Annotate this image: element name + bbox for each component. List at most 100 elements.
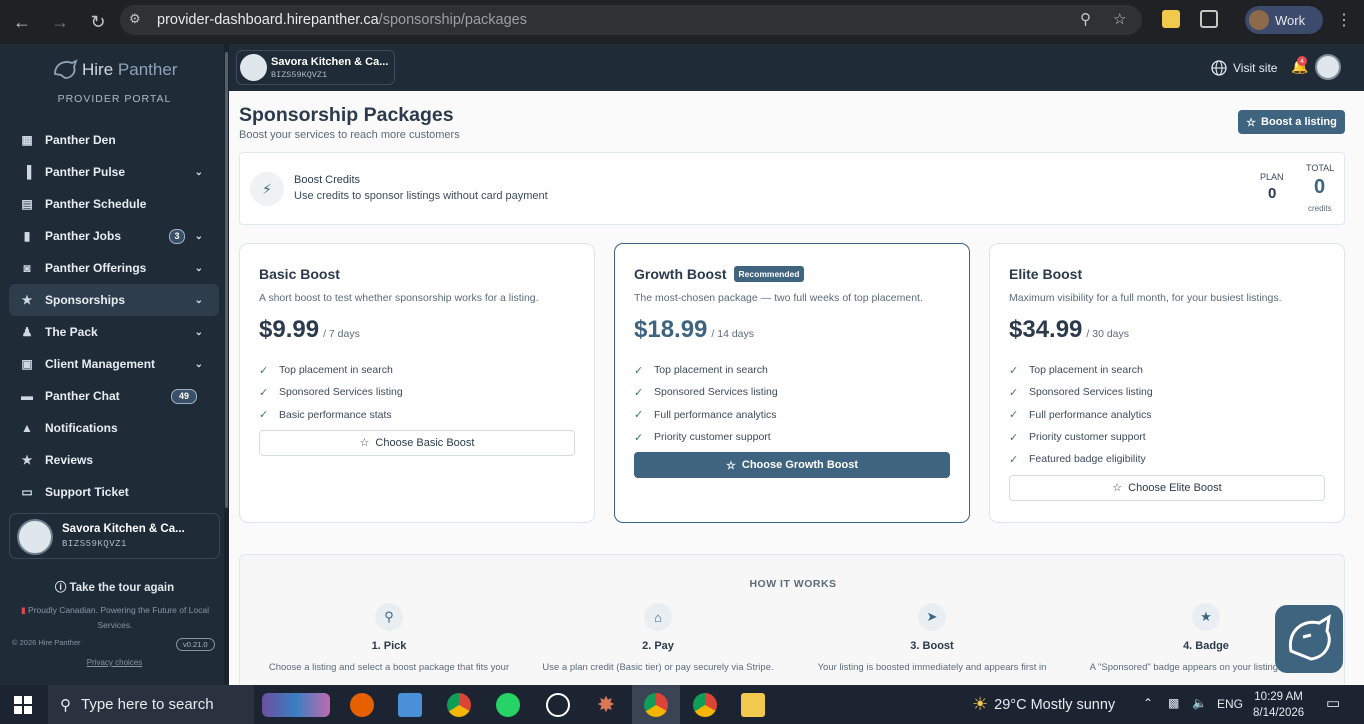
credits-subtitle: Use credits to sponsor listings without …	[294, 190, 548, 202]
check-icon: ✓	[1009, 364, 1019, 377]
sidebar-item-panther-chat[interactable]: ▬ Panther Chat 49	[9, 380, 219, 412]
business-selector[interactable]: Savora Kitchen & Ca... BIZS59KQVZ1	[236, 50, 395, 85]
chevron-down-icon[interactable]: ⌄	[195, 295, 203, 306]
chevron-down-icon[interactable]: ⌄	[195, 167, 203, 178]
sidebar-item-panther-schedule[interactable]: ▤ Panther Schedule	[9, 188, 219, 220]
browser-toolbar: ← → ↻ ⚙ provider-dashboard.hirepanther.c…	[0, 0, 1364, 44]
privacy-link[interactable]: Privacy choices	[0, 658, 229, 667]
zoom-icon[interactable]: ⚲	[1080, 10, 1091, 28]
user-avatar[interactable]	[1315, 54, 1341, 80]
package-price: $9.99/ 7 days	[259, 316, 360, 343]
check-icon: ✓	[259, 409, 269, 422]
windows-start-icon[interactable]	[14, 696, 32, 714]
feature-list: ✓ Top placement in search ✓ Sponsored Servi…	[259, 359, 403, 426]
visit-site-link[interactable]: Visit site	[1211, 60, 1277, 76]
chevron-down-icon[interactable]: ⌄	[195, 327, 203, 338]
choose-package-button[interactable]: ☆ Choose Basic Boost	[259, 429, 575, 456]
sidebar-item-panther-offerings[interactable]: ◙ Panther Offerings ⌄	[9, 252, 219, 284]
bookmark-star-icon[interactable]: ☆	[1113, 10, 1126, 28]
sidebar-item-the-pack[interactable]: ♟ The Pack ⌄	[9, 316, 219, 348]
bookmark-icon: ▮	[23, 229, 31, 243]
count-badge: 49	[171, 388, 197, 404]
bell-icon: ▲	[21, 421, 33, 435]
sidebar-item-panther-den[interactable]: ▦ Panther Den	[9, 124, 219, 156]
choose-package-button[interactable]: ☆ Choose Elite Boost	[1009, 474, 1325, 501]
id-card-icon: ▣	[21, 357, 33, 371]
choose-package-button[interactable]: ☆ Choose Growth Boost	[634, 452, 950, 479]
action-center-icon[interactable]: ▭	[1326, 694, 1340, 712]
windows-taskbar: ⚲ Type here to search ✸ ☀ 29°C Mostly sunn…	[0, 685, 1364, 724]
firefox-icon[interactable]	[350, 693, 374, 717]
package-name: Basic Boost	[259, 266, 340, 282]
chevron-down-icon[interactable]: ⌄	[195, 359, 203, 370]
sidebar-item-label: Panther Schedule	[45, 197, 147, 211]
extension-icon[interactable]	[1162, 10, 1180, 28]
file-explorer-icon[interactable]	[741, 693, 765, 717]
sidebar-item-panther-jobs[interactable]: ▮ Panther Jobs 3 ⌄	[9, 220, 219, 252]
chrome-work-icon[interactable]	[644, 693, 668, 717]
step-description: Choose a listing and select a boost pack…	[268, 662, 510, 673]
chatgpt-icon[interactable]	[546, 693, 570, 717]
package-description: The most-chosen package — two full weeks…	[634, 292, 923, 304]
feature-item: ✓ Featured badge eligibility	[1009, 453, 1146, 466]
package-description: Maximum visibility for a full month, for…	[1009, 292, 1282, 304]
plan-label: PLAN	[1260, 172, 1284, 182]
sidebar-item-support-ticket[interactable]: ▭ Support Ticket	[9, 476, 219, 508]
back-icon[interactable]: ←	[10, 10, 34, 34]
feature-item: ✓ Full performance analytics	[1009, 408, 1152, 422]
package-description: A short boost to test whether sponsorshi…	[259, 292, 539, 304]
profile-chip[interactable]: Work	[1245, 6, 1323, 34]
sidebar-item-label: The Pack	[45, 325, 98, 339]
volume-icon[interactable]: 🔈	[1192, 696, 1207, 710]
puzzle-icon[interactable]	[1200, 10, 1218, 28]
notification-count-badge: 4	[1297, 56, 1307, 66]
how-step: ⌂ 2. Pay Use a plan credit (Basic tier) or…	[513, 603, 803, 675]
sidebar-item-sponsorships[interactable]: ★ Sponsorships ⌄	[9, 284, 219, 316]
chrome-icon[interactable]	[693, 693, 717, 717]
total-label: TOTAL	[1306, 163, 1335, 173]
chrome-icon[interactable]	[447, 693, 471, 717]
sidebar-item-label: Sponsorships	[45, 293, 126, 307]
sidebar-scroll-thumb[interactable]	[225, 52, 228, 508]
total-unit: credits	[1308, 204, 1332, 213]
taskbar-clock[interactable]: 10:29 AM 8/14/2026	[1253, 689, 1304, 721]
tray-chevron-icon[interactable]: ⌃	[1143, 696, 1153, 710]
canada-note: ▮ Proudly Canadian. Powering the Future …	[20, 605, 210, 630]
calendar-icon: ▤	[21, 197, 33, 211]
how-it-works-panel: HOW IT WORKS ⚲ 1. Pick Choose a listing an…	[239, 554, 1345, 685]
forward-icon[interactable]: →	[48, 10, 72, 34]
business-id: BIZS59KQVZ1	[62, 539, 127, 549]
tour-link[interactable]: ⓘ Take the tour again	[0, 579, 229, 595]
sidebar-menu: ▦ Panther Den ▐ Panther Pulse ⌄ ▤ Panther Sche…	[9, 124, 219, 508]
grid-icon: ▦	[21, 133, 33, 147]
whatsapp-icon[interactable]	[496, 693, 520, 717]
chevron-down-icon[interactable]: ⌄	[195, 231, 203, 242]
main-content: Sponsorship Packages Boost your services…	[229, 91, 1364, 685]
site-info-icon[interactable]: ⚙	[129, 11, 141, 27]
sidebar-item-reviews[interactable]: ★ Reviews	[9, 444, 219, 476]
weather-widget[interactable]: ☀ 29°C Mostly sunny	[972, 694, 1115, 715]
sidebar-item-client-management[interactable]: ▣ Client Management ⌄	[9, 348, 219, 380]
boost-listing-button[interactable]: ☆ Boost a listing	[1238, 110, 1345, 134]
chevron-down-icon[interactable]: ⌄	[195, 263, 203, 274]
address-bar[interactable]: ⚙ provider-dashboard.hirepanther.ca/spon…	[120, 5, 1142, 35]
browser-menu-icon[interactable]: ⋮	[1336, 10, 1352, 30]
panther-assistant-button[interactable]	[1275, 605, 1343, 673]
network-icon[interactable]: ▩	[1168, 696, 1179, 710]
feature-list: ✓ Top placement in search ✓ Sponsored Servi…	[634, 359, 778, 448]
laptop-icon[interactable]	[398, 693, 422, 717]
language-indicator[interactable]: ENG	[1217, 697, 1243, 711]
sidebar-item-label: Panther Pulse	[45, 165, 126, 179]
business-id: BIZS59KQVZ1	[271, 70, 328, 80]
claude-icon[interactable]: ✸	[594, 693, 618, 717]
taskbar-search[interactable]: ⚲ Type here to search	[48, 685, 254, 724]
sidebar-item-label: Panther Offerings	[45, 261, 147, 275]
sidebar-item-panther-pulse[interactable]: ▐ Panther Pulse ⌄	[9, 156, 219, 188]
sidebar-business-card[interactable]: Savora Kitchen & Ca... BIZS59KQVZ1	[9, 513, 220, 559]
check-icon: ✓	[1009, 431, 1019, 444]
sidebar-item-notifications[interactable]: ▲ Notifications	[9, 412, 219, 444]
reload-icon[interactable]: ↻	[86, 10, 110, 34]
search-highlight-icon[interactable]	[262, 693, 330, 717]
total-value: 0	[1314, 176, 1326, 198]
hirepanther-logo[interactable]: Hire Panther	[52, 58, 177, 82]
